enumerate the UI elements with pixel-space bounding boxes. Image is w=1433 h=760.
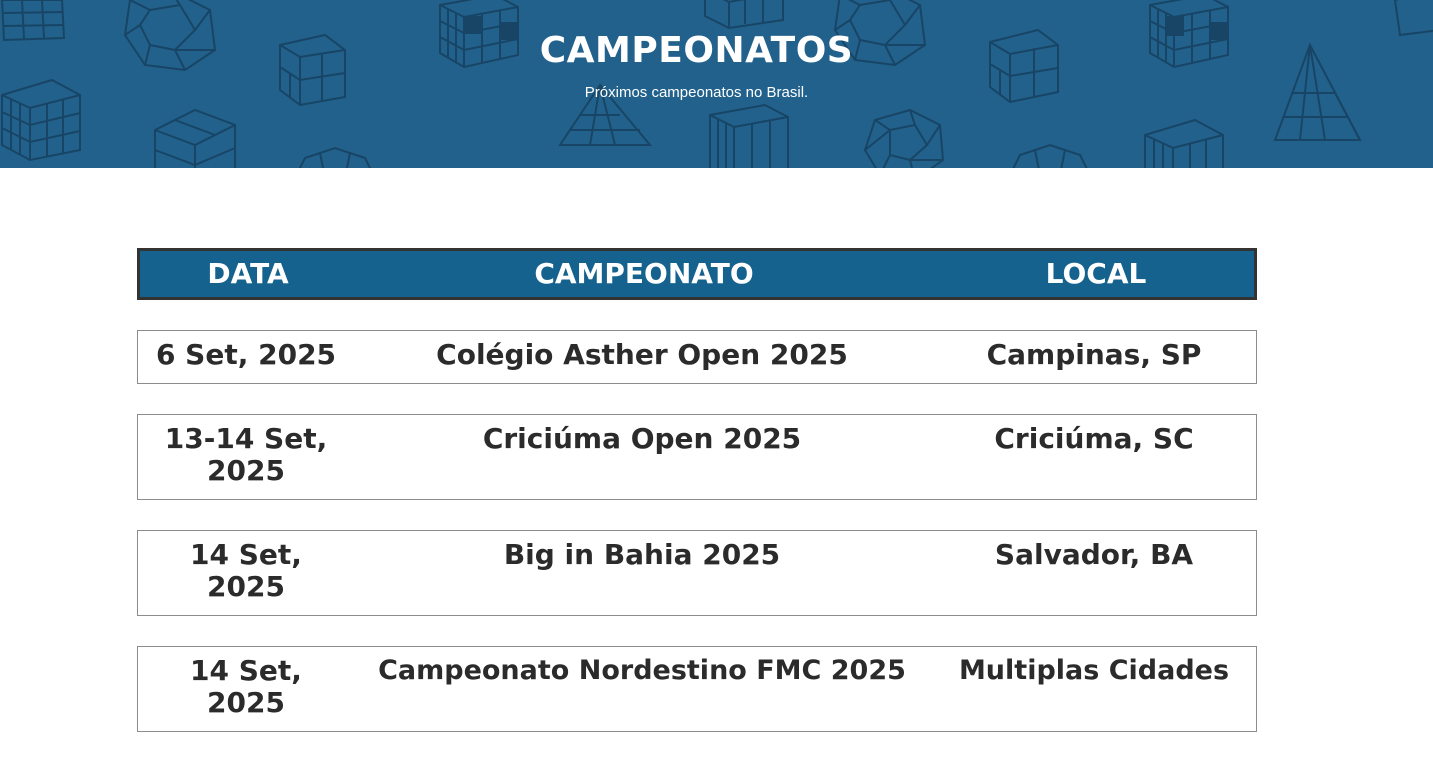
table-row: 6 Set, 2025 Colégio Asther Open 2025 Cam… [137,330,1257,384]
header-championship: CAMPEONATO [534,257,754,290]
megaminx-icon [298,146,372,168]
cube-3x3-icon [709,103,789,168]
row-date: 13-14 Set, 2025 [164,422,328,487]
row-location: Multiplas Cidades [958,655,1230,686]
header-date: DATA [207,257,289,290]
row-date: 6 Set, 2025 [155,338,337,371]
table-row: 13-14 Set, 2025 Criciúma Open 2025 Crici… [137,414,1257,500]
row-location: Campinas, SP [986,338,1202,371]
page-title: CAMPEONATOS [539,30,854,71]
row-championship: Campeonato Nordestino FMC 2025 [378,655,906,686]
table-row: 14 Set, 2025 Campeonato Nordestino FMC 2… [137,646,1257,732]
row-championship: Criciúma Open 2025 [482,422,802,455]
row-date: 14 Set, 2025 [190,538,302,603]
page-subtitle: Próximos campeonatos no Brasil. [584,84,809,101]
megaminx-icon [863,108,945,168]
championships-table: DATA CAMPEONATO LOCAL 6 Set, 2025 Colégi… [137,248,1257,732]
megaminx-icon [1012,143,1088,168]
header-location: LOCAL [1045,257,1147,290]
row-championship: Colégio Asther Open 2025 [436,338,848,371]
cube-3x3-icon [1393,0,1433,37]
cube-3x3-icon [704,0,784,30]
hero-banner: CAMPEONATOS Próximos campeonatos no Bras… [0,0,1433,168]
row-location: Salvador, BA [994,538,1194,571]
row-championship: Big in Bahia 2025 [503,538,781,571]
cube-3x3-icon [1144,118,1224,168]
table-row: 14 Set, 2025 Big in Bahia 2025 Salvador,… [137,530,1257,616]
row-date: 14 Set, 2025 [190,654,302,719]
skewb-icon [154,108,236,168]
row-location: Criciúma, SC [994,422,1194,455]
table-header: DATA CAMPEONATO LOCAL [137,248,1257,300]
